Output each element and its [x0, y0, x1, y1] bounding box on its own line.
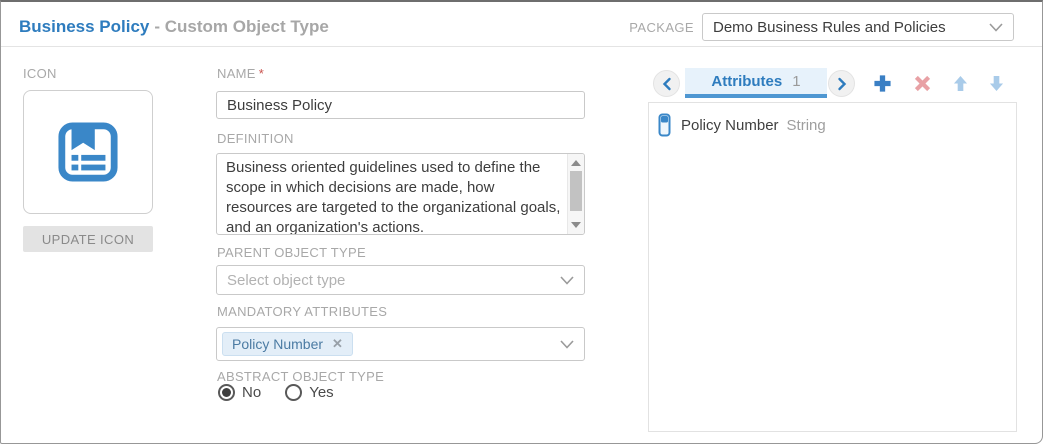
parent-object-type-label: PARENT OBJECT TYPE: [217, 245, 366, 260]
page-subtitle: - Custom Object Type: [154, 17, 328, 36]
attribute-name: Policy Number: [681, 117, 779, 134]
name-label: NAME*: [217, 66, 264, 81]
radio-yes-label[interactable]: Yes: [309, 384, 333, 401]
chevron-down-icon: [560, 340, 574, 349]
radio-no[interactable]: [218, 384, 235, 401]
abstract-object-type-label: ABSTRACT OBJECT TYPE: [217, 369, 384, 384]
move-attribute-up-button[interactable]: [949, 73, 971, 93]
chevron-down-icon: [560, 276, 574, 285]
tabs-scroll-right-button[interactable]: [828, 70, 855, 97]
attributes-list-panel: Policy Number String: [648, 102, 1017, 432]
definition-text: Business oriented guidelines used to def…: [217, 154, 567, 234]
header: Business Policy - Custom Object Type PACK…: [1, 2, 1042, 47]
parent-object-type-select[interactable]: Select object type: [216, 265, 585, 295]
delete-attribute-button[interactable]: [911, 73, 933, 93]
attribute-list-item[interactable]: Policy Number String: [649, 103, 1016, 137]
mandatory-attributes-multiselect[interactable]: Policy Number ✕: [216, 327, 585, 361]
required-asterisk: *: [259, 66, 264, 81]
object-icon-preview: [23, 90, 153, 214]
remove-chip-icon[interactable]: ✕: [332, 336, 343, 352]
scrollbar-thumb[interactable]: [570, 171, 582, 211]
arrow-down-icon: [989, 75, 1004, 92]
package-group: PACKAGE Demo Business Rules and Policies: [629, 13, 1014, 41]
radio-no-label[interactable]: No: [242, 384, 261, 401]
name-label-text: NAME: [217, 66, 256, 81]
custom-object-type-editor: Business Policy - Custom Object Type PACK…: [0, 0, 1043, 444]
move-attribute-down-button[interactable]: [985, 73, 1007, 93]
delete-x-icon: [914, 75, 931, 92]
parent-object-type-placeholder: Select object type: [227, 272, 560, 289]
tab-attributes-count-badge: 1: [792, 73, 800, 90]
scroll-up-icon[interactable]: [571, 160, 581, 166]
mandatory-attribute-chip: Policy Number ✕: [222, 332, 353, 356]
package-label: PACKAGE: [629, 20, 694, 35]
chevron-right-icon: [836, 77, 848, 91]
chevron-down-icon: [989, 23, 1003, 32]
attribute-type: String: [787, 117, 826, 134]
scroll-down-icon[interactable]: [571, 222, 581, 228]
package-selected-value: Demo Business Rules and Policies: [713, 19, 989, 36]
tab-attributes-label: Attributes: [711, 73, 782, 90]
business-policy-icon: [57, 121, 119, 183]
package-select[interactable]: Demo Business Rules and Policies: [702, 13, 1014, 41]
radio-yes[interactable]: [285, 384, 302, 401]
definition-label: DEFINITION: [217, 131, 294, 146]
plus-icon: [873, 74, 892, 93]
update-icon-button[interactable]: UPDATE ICON: [23, 226, 153, 252]
definition-textarea[interactable]: Business oriented guidelines used to def…: [216, 153, 585, 235]
page-title: Business Policy - Custom Object Type: [19, 17, 329, 37]
chip-label: Policy Number: [232, 336, 323, 352]
mandatory-attributes-label: MANDATORY ATTRIBUTES: [217, 304, 387, 319]
abstract-object-type-radios: No Yes: [218, 384, 334, 401]
tab-attributes[interactable]: Attributes 1: [685, 68, 827, 98]
arrow-up-icon: [953, 75, 968, 92]
chevron-left-icon: [661, 77, 673, 91]
icon-label: ICON: [23, 66, 57, 81]
string-attribute-type-icon: [658, 113, 671, 137]
object-type-name-title: Business Policy: [19, 17, 149, 36]
tabs-scroll-left-button[interactable]: [653, 70, 680, 97]
add-attribute-button[interactable]: [871, 73, 893, 93]
name-input[interactable]: [216, 91, 585, 119]
scrollbar[interactable]: [567, 154, 584, 234]
